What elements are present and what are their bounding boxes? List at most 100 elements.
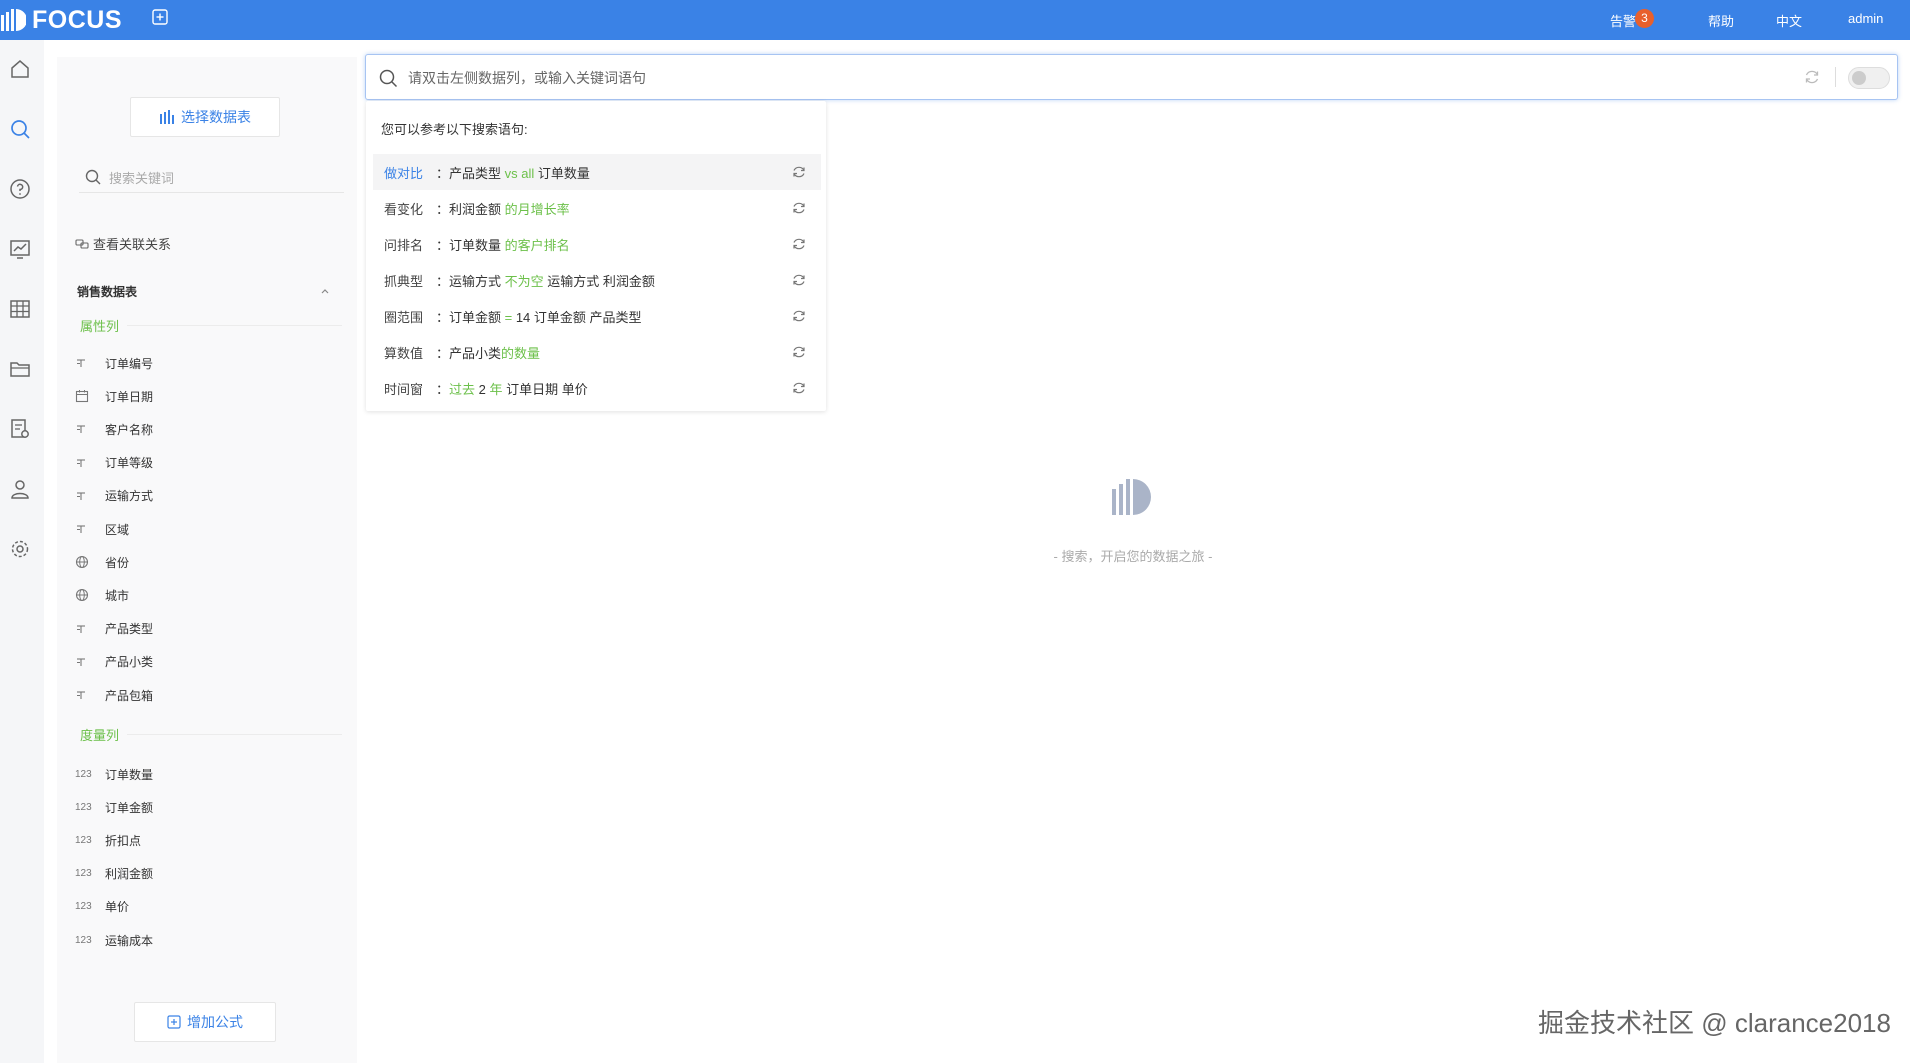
suggestion-item[interactable]: 抓典型 ：运输方式 不为空 运输方式 利润金额 [373,262,821,298]
field-label: 利润金额 [105,867,154,882]
user-icon[interactable] [8,477,32,501]
view-relations-link[interactable]: 查看关联关系 [75,234,171,253]
add-icon [152,9,168,25]
refresh-icon[interactable] [791,272,807,288]
refresh-icon[interactable] [791,200,807,216]
refresh-icon[interactable] [791,344,807,360]
help-icon[interactable] [8,177,32,201]
field-item[interactable]: 省份 [75,549,345,575]
field-label: 运输成本 [105,933,154,948]
suggestion-item[interactable]: 圈范围 ：订单金额 = 14 订单金额 产品类型 [373,298,821,334]
brand-name: FOCUS [32,5,122,34]
field-item[interactable]: 订单编号 [75,350,345,376]
field-label: 订单金额 [105,800,154,815]
suggestion-item[interactable]: 看变化 ：利润金额 的月增长率 [373,190,821,226]
suggestion-dropdown: 您可以参考以下搜索语句: 做对比 ：产品类型 vs all 订单数量 看变化 ：利润金… [366,101,826,411]
query-keyword: 年 [489,381,503,397]
refresh-icon[interactable] [1803,68,1821,86]
number-type-icon: 123 [75,801,92,813]
table-icon[interactable] [8,297,32,321]
field-label: 订单等级 [105,456,154,471]
mode-toggle[interactable] [1848,67,1890,89]
alarm-link[interactable]: 告警 [1610,11,1636,30]
refresh-icon[interactable] [791,308,807,324]
field-item[interactable]: 123 订单金额 [75,794,345,820]
field-label: 运输方式 [105,489,154,504]
text-type-icon [75,623,105,635]
suggestion-category: 圈范围 [384,309,424,325]
focus-logo[interactable]: FOCUS [0,5,122,35]
add-formula-label: 增加公式 [187,1014,243,1030]
calendar-icon [75,389,105,403]
query-text: 14 订单金额 产品类型 [512,309,642,325]
field-item[interactable]: 客户名称 [75,416,345,442]
refresh-icon[interactable] [791,236,807,252]
view-relations-label: 查看关联关系 [93,237,172,252]
suggestion-query: ：订单金额 = 14 订单金额 产品类型 [436,307,642,326]
keyword-search [79,162,344,193]
query-text: ：订单数量 [436,237,505,253]
data-column-panel: 选择数据表 查看关联关系 销售数据表 属性列 订单编号订单日期客户名称订单等级运… [57,57,357,1063]
chevron-up-icon[interactable] [319,285,331,297]
field-item[interactable]: 123 运输成本 [75,927,345,953]
field-label: 区域 [105,522,130,537]
refresh-icon[interactable] [791,164,807,180]
field-label: 城市 [105,588,130,603]
query-text: 订单数量 [534,165,590,181]
query-text: ：产品小类 [436,345,502,361]
data-settings-icon[interactable] [8,417,32,441]
text-type-icon [75,689,105,701]
suggestion-query: ：产品小类的数量 [436,343,540,362]
query-text: 订单日期 单价 [502,381,588,397]
field-item[interactable]: 产品包箱 [75,682,345,708]
attribute-group-label: 属性列 [80,319,120,334]
table-select-icon [160,110,174,124]
add-formula-button[interactable]: 增加公式 [134,1002,276,1042]
field-item[interactable]: 产品小类 [75,649,345,675]
field-item[interactable]: 123 订单数量 [75,761,345,787]
empty-state-text: - 搜索，开启您的数据之旅 - [1053,549,1213,564]
field-item[interactable]: 123 利润金额 [75,861,345,887]
language-switch[interactable]: 中文 [1776,11,1802,30]
field-item[interactable]: 产品类型 [75,616,345,642]
help-link[interactable]: 帮助 [1708,11,1734,30]
field-item[interactable]: 区域 [75,516,345,542]
folder-icon[interactable] [8,357,32,381]
field-item[interactable]: 123 折扣点 [75,827,345,853]
field-item[interactable]: 订单日期 [75,383,345,409]
text-type-icon [75,490,105,502]
table-name: 销售数据表 [77,285,138,299]
select-data-table-button[interactable]: 选择数据表 [130,97,280,137]
field-item[interactable]: 123 单价 [75,894,345,920]
query-keyword: 过去 [449,381,476,397]
text-type-icon [75,523,105,535]
keyword-search-input[interactable] [107,165,331,191]
suggestion-item[interactable]: 时间窗 ：过去 2 年 订单日期 单价 [373,370,821,406]
query-text: ：运输方式 [436,273,505,289]
gear-icon[interactable] [8,537,32,561]
field-item[interactable]: 运输方式 [75,483,345,509]
field-item[interactable]: 城市 [75,582,345,608]
refresh-icon[interactable] [791,380,807,396]
user-menu[interactable]: admin [1848,11,1883,26]
search-icon[interactable] [8,117,32,141]
suggestion-category: 时间窗 [384,381,424,397]
select-data-table-label: 选择数据表 [181,109,251,125]
suggestion-item[interactable]: 算数值 ：产品小类的数量 [373,334,821,370]
number-type-icon: 123 [75,901,92,913]
search-input[interactable] [406,65,1710,91]
home-icon[interactable] [8,57,32,81]
dashboard-icon[interactable] [8,237,32,261]
new-tab-button[interactable] [151,8,169,26]
field-label: 订单数量 [105,767,154,782]
query-text: ：产品类型 [436,165,505,181]
suggestion-item[interactable]: 做对比 ：产品类型 vs all 订单数量 [373,154,821,190]
top-bar: FOCUS 告警 3 帮助 中文 admin [0,0,1910,40]
suggestion-item[interactable]: 问排名 ：订单数量 的客户排名 [373,226,821,262]
globe-icon [75,588,105,602]
field-item[interactable]: 订单等级 [75,450,345,476]
suggestion-query: ：运输方式 不为空 运输方式 利润金额 [436,271,655,290]
field-label: 单价 [105,900,130,915]
alarm-count-badge: 3 [1635,9,1654,28]
number-type-icon: 123 [75,768,92,780]
